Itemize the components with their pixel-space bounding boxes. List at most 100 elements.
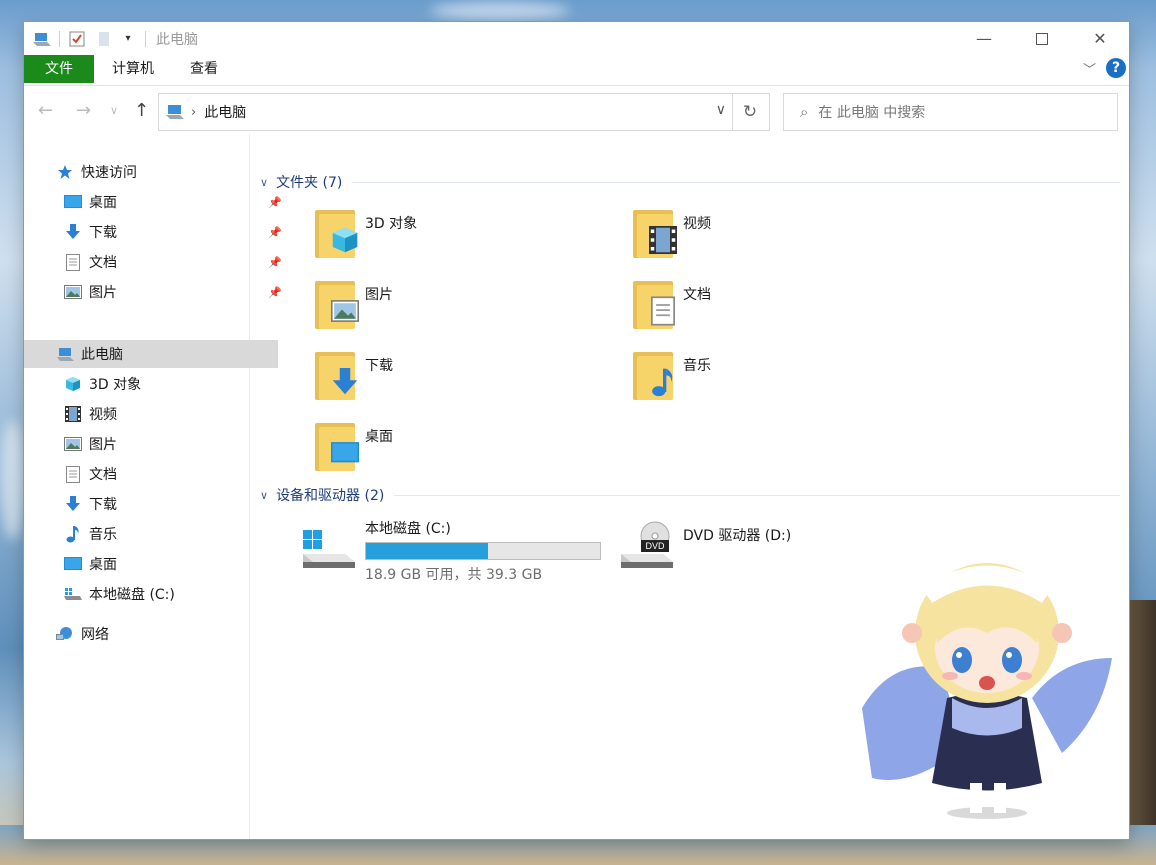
folder-icon — [309, 346, 361, 402]
customize-dropdown-icon[interactable]: ▾ — [119, 30, 137, 48]
disk-usage-fill — [366, 543, 488, 559]
close-button[interactable]: ✕ — [1071, 22, 1129, 55]
caption-buttons: — ✕ — [955, 22, 1129, 55]
search-input[interactable]: 在 此电脑 中搜索 — [818, 102, 925, 122]
tab-computer[interactable]: 计算机 — [98, 55, 168, 83]
download-icon — [64, 223, 82, 241]
folder-pictures[interactable]: 图片 — [309, 275, 609, 335]
folder-icon — [627, 204, 679, 260]
toolbar-divider — [59, 30, 60, 47]
ribbon-tabs: 文件 计算机 查看 ﹀ ? — [24, 55, 1129, 86]
folder-downloads[interactable]: 下载 — [309, 346, 609, 406]
network-icon — [56, 625, 74, 643]
cube-icon — [64, 375, 82, 393]
nav-network[interactable]: 网络 — [24, 620, 278, 648]
search-box[interactable]: ⌕ 在 此电脑 中搜索 — [783, 93, 1118, 131]
document-icon — [64, 253, 82, 271]
cube-icon — [331, 226, 359, 254]
disk-usage-bar — [365, 542, 601, 560]
folder-documents[interactable]: 文档 — [627, 275, 927, 335]
help-icon[interactable]: ? — [1106, 58, 1126, 78]
chevron-right-icon[interactable]: › — [191, 105, 196, 120]
nav-desktop-pinned[interactable]: 桌面 📌 — [24, 188, 286, 216]
desktop-cloud — [430, 2, 570, 20]
chevron-down-icon[interactable]: ∨ — [260, 489, 268, 502]
up-arrow-icon[interactable]: ↑ — [134, 100, 149, 121]
folder-icon — [627, 346, 679, 402]
video-icon — [64, 405, 82, 423]
close-icon: ✕ — [1093, 29, 1107, 48]
document-icon — [64, 465, 82, 483]
folder-3d-objects[interactable]: 3D 对象 — [309, 204, 609, 264]
drive-icon — [64, 585, 82, 603]
folder-icon — [627, 275, 679, 331]
nav-desktop[interactable]: 桌面 — [24, 550, 286, 578]
chevron-down-icon[interactable]: ∨ — [260, 176, 268, 189]
folder-desktop[interactable]: 桌面 — [309, 417, 609, 477]
new-folder-icon[interactable] — [95, 30, 113, 48]
computer-icon — [165, 103, 185, 121]
refresh-button[interactable]: ↻ — [731, 93, 770, 131]
folder-music[interactable]: 音乐 — [627, 346, 927, 406]
star-icon — [56, 163, 74, 181]
nav-local-disk-c[interactable]: 本地磁盘 (C:) — [24, 580, 286, 608]
computer-icon[interactable] — [33, 30, 51, 48]
hard-drive-icon — [301, 516, 357, 572]
group-divider — [352, 181, 1120, 183]
desktop-icon — [64, 193, 82, 211]
maximize-button[interactable] — [1013, 22, 1071, 55]
nav-documents-pinned[interactable]: 文档 📌 — [24, 248, 286, 276]
anime-mascot-image — [852, 548, 1122, 830]
nav-downloads[interactable]: 下载 — [24, 490, 286, 518]
properties-icon[interactable] — [68, 30, 86, 48]
expand-ribbon-icon[interactable]: ﹀ — [1083, 59, 1096, 78]
back-arrow-icon[interactable]: ← — [38, 100, 53, 121]
search-icon: ⌕ — [800, 103, 809, 121]
maximize-icon — [1036, 32, 1048, 45]
desktop-icon — [331, 439, 359, 467]
nav-pictures[interactable]: 图片 — [24, 430, 286, 458]
folder-icon — [309, 417, 361, 473]
nav-this-pc[interactable]: 此电脑 — [24, 340, 278, 368]
folder-videos[interactable]: 视频 — [627, 204, 927, 264]
nav-pictures-pinned[interactable]: 图片 📌 — [24, 278, 286, 306]
folders-group-header[interactable]: ∨ 文件夹 (7) — [260, 172, 1120, 192]
title-bar: ▾ 此电脑 — ✕ — [24, 22, 1129, 55]
nav-videos[interactable]: 视频 — [24, 400, 286, 428]
address-crumb[interactable]: 此电脑 — [204, 102, 246, 122]
nav-quick-access[interactable]: 快速访问 — [24, 158, 278, 186]
folder-icon — [309, 204, 361, 260]
nav-documents[interactable]: 文档 — [24, 460, 286, 488]
nav-downloads-pinned[interactable]: 下载 📌 — [24, 218, 286, 246]
window-title: 此电脑 — [156, 31, 198, 48]
ribbon-controls: ﹀ ? — [1083, 58, 1126, 78]
video-icon — [649, 226, 677, 254]
drive-local-disk-c[interactable]: 本地磁盘 (C:) 18.9 GB 可用，共 39.3 GB — [301, 516, 621, 583]
group-divider — [394, 494, 1120, 496]
tab-file[interactable]: 文件 — [24, 55, 94, 83]
address-bar[interactable]: › 此电脑 ∨ — [158, 93, 733, 131]
computer-icon — [56, 345, 74, 363]
folder-icon — [309, 275, 361, 331]
nav-music[interactable]: 音乐 — [24, 520, 286, 548]
chevron-down-icon[interactable]: ∨ — [716, 102, 726, 118]
picture-icon — [331, 297, 359, 325]
music-icon — [649, 368, 677, 397]
recent-locations-icon[interactable]: ∨ — [110, 104, 118, 117]
dvd-drive-icon: DVD — [619, 516, 675, 572]
address-row: ← → ∨ ↑ › 此电脑 ∨ ↻ ⌕ 在 此电脑 中搜索 — [24, 86, 1129, 134]
picture-icon — [64, 283, 82, 301]
refresh-icon: ↻ — [742, 102, 758, 122]
forward-arrow-icon[interactable]: → — [76, 100, 91, 121]
minimize-button[interactable]: — — [955, 22, 1013, 55]
navigation-pane: 快速访问 桌面 📌 下载 📌 文档 📌 图片 📌 此电脑 3D 对象 视频 图片… — [24, 134, 282, 839]
tab-view[interactable]: 查看 — [172, 55, 236, 83]
music-icon — [64, 525, 82, 543]
svg-text:DVD: DVD — [645, 541, 665, 551]
toolbar-divider — [145, 30, 146, 47]
nav-3d-objects[interactable]: 3D 对象 — [24, 370, 286, 398]
download-icon — [331, 368, 359, 396]
drives-group-header[interactable]: ∨ 设备和驱动器 (2) — [260, 485, 1120, 505]
desktop-cloud — [0, 420, 26, 540]
picture-icon — [64, 435, 82, 453]
